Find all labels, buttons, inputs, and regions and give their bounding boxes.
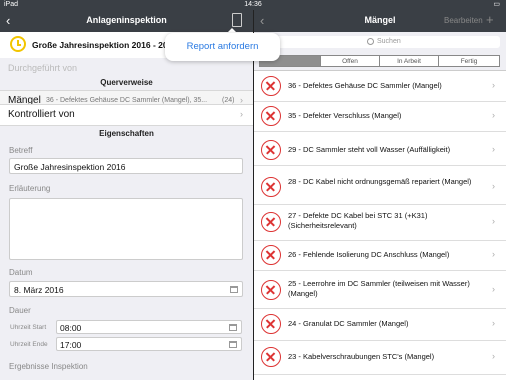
performed-by-label: Durchgeführt von <box>8 63 78 73</box>
defect-icon <box>261 245 281 265</box>
chevron-right-icon: › <box>492 318 495 328</box>
maengel-count: (24) <box>222 97 235 104</box>
segment-offen[interactable]: Offen <box>320 55 380 67</box>
search-icon <box>367 38 374 45</box>
list-item[interactable]: 25 - Leerrohre im DC Sammler (teilweisen… <box>254 272 506 309</box>
dauer-label: Dauer <box>9 306 31 315</box>
calendar-icon[interactable] <box>229 341 237 348</box>
left-nav-title: Anlageninspektion <box>86 15 167 25</box>
status-filter: Offen In Arbeit Fertig <box>254 52 506 71</box>
search-bar: Suchen <box>254 32 506 52</box>
search-placeholder: Suchen <box>377 38 401 45</box>
end-time-field[interactable]: 17:00 <box>56 337 242 351</box>
end-time-label: Uhrzeit Ende <box>10 341 48 348</box>
defect-icon <box>261 314 281 334</box>
chevron-right-icon: › <box>240 109 243 119</box>
list-item[interactable]: 28 - DC Kabel nicht ordnungsgemäß repari… <box>254 170 506 205</box>
search-input[interactable]: Suchen <box>260 36 500 48</box>
segment-in-arbeit[interactable]: In Arbeit <box>379 55 439 67</box>
request-report-button[interactable]: Report anfordern <box>187 41 259 52</box>
inspection-title: Große Jahresinspektion 2016 - 20 <box>32 40 168 50</box>
chevron-right-icon: › <box>492 181 495 191</box>
ergebnisse-label: Ergebnisse Inspektion <box>9 362 88 371</box>
maengel-list-pane: ‹ Mängel Bearbeiten + Suchen Offen In Ar… <box>254 10 506 380</box>
add-icon[interactable]: + <box>486 12 494 27</box>
share-icon[interactable] <box>232 13 242 27</box>
defect-icon <box>261 177 281 197</box>
edit-button[interactable]: Bearbeiten <box>444 16 483 25</box>
betreff-field[interactable]: Große Jahresinspektion 2016 <box>9 158 243 174</box>
start-time-field[interactable]: 08:00 <box>56 320 242 334</box>
defect-icon <box>261 280 281 300</box>
list-item[interactable]: 24 - Granulat DC Sammler (Mangel) › <box>254 308 506 341</box>
start-time-label: Uhrzeit Start <box>10 324 47 331</box>
kontrolliert-label: Kontrolliert von <box>8 109 75 120</box>
chevron-right-icon: › <box>492 144 495 154</box>
defect-icon <box>261 347 281 367</box>
erlaeuterung-textarea[interactable] <box>9 198 243 260</box>
chevron-right-icon: › <box>492 351 495 361</box>
calendar-icon[interactable] <box>229 324 237 331</box>
chevron-right-icon: › <box>492 110 495 120</box>
section-properties-heading: Eigenschaften <box>99 129 154 138</box>
defect-icon <box>261 212 281 232</box>
defect-icon <box>261 140 281 160</box>
left-nav-bar: ‹ Anlageninspektion <box>0 10 253 32</box>
list-item[interactable]: 36 - Defektes Gehäuse DC Sammler (Mangel… <box>254 71 506 102</box>
defect-icon <box>261 106 281 126</box>
kontrolliert-row[interactable]: Kontrolliert von › <box>0 104 253 126</box>
right-nav-bar: ‹ Mängel Bearbeiten + <box>254 10 506 32</box>
chevron-right-icon: › <box>492 284 495 294</box>
segment-fertig[interactable]: Fertig <box>438 55 500 67</box>
report-popover: Report anfordern <box>165 33 280 61</box>
list-item[interactable]: 23 - Kabelverschraubungen STC's (Mangel)… <box>254 340 506 375</box>
inspection-detail-pane: ‹ Anlageninspektion Große Jahresinspekti… <box>0 10 253 380</box>
clock-icon <box>10 36 26 52</box>
erlaeuterung-label: Erläuterung <box>9 184 51 193</box>
chevron-right-icon: › <box>492 249 495 259</box>
chevron-right-icon: › <box>492 80 495 90</box>
datum-field[interactable]: 8. März 2016 <box>9 281 243 297</box>
list-item[interactable]: 35 - Defekter Verschluss (Mangel) › <box>254 101 506 132</box>
calendar-icon[interactable] <box>230 286 238 293</box>
list-item[interactable]: 27 - Defekte DC Kabel bei STC 31 (+K31) … <box>254 204 506 241</box>
defect-icon <box>261 76 281 96</box>
status-bar: iPad 14:36 ▭ <box>0 0 506 10</box>
battery-icon: ▭ <box>493 1 500 8</box>
clock: 14:36 <box>244 1 262 8</box>
maengel-detail: 36 - Defektes Gehäuse DC Sammler (Mangel… <box>46 97 208 104</box>
section-references-heading: Querverweise <box>100 78 153 87</box>
list-item[interactable]: 26 - Fehlende Isolierung DC Anschluss (M… <box>254 240 506 271</box>
datum-label: Datum <box>9 268 33 277</box>
betreff-label: Betreff <box>9 146 33 155</box>
chevron-right-icon: › <box>492 216 495 226</box>
list-item[interactable]: 29 - DC Sammler steht voll Wasser (Auffä… <box>254 135 506 166</box>
